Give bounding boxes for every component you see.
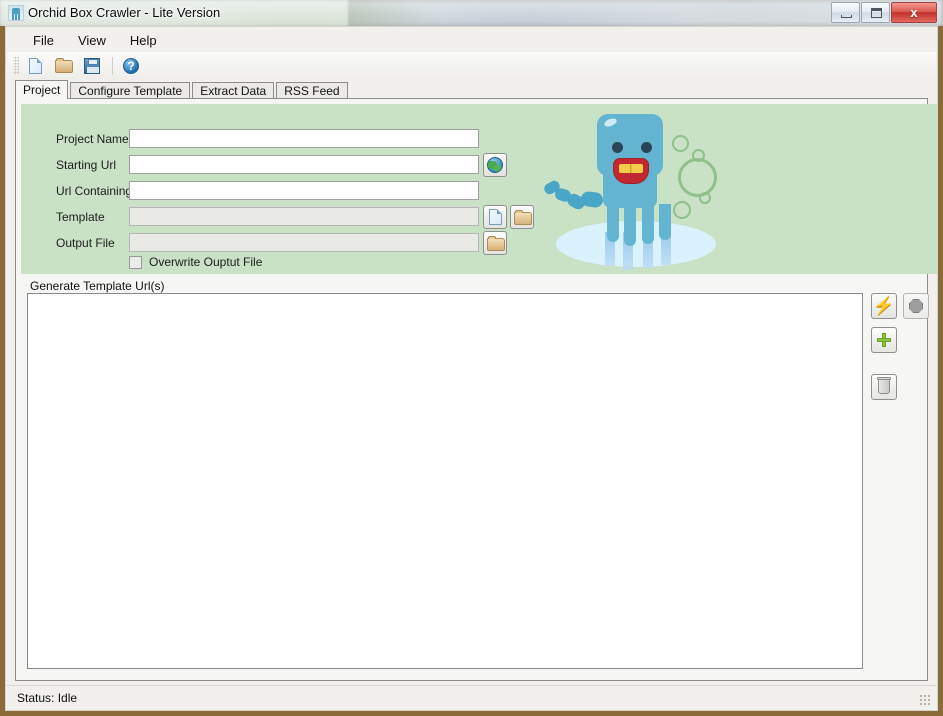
- menu-item-view[interactable]: View: [66, 30, 118, 51]
- window-client-area: File View Help Project Configure Templat…: [5, 26, 938, 711]
- generate-template-urls-group: Generate Template Url(s) ⚡: [21, 279, 929, 675]
- maximize-icon: [871, 8, 882, 18]
- new-document-button[interactable]: [23, 54, 49, 78]
- starting-url-label: Starting Url: [56, 158, 117, 172]
- open-folder-icon: [514, 210, 532, 225]
- bubble-icon: [673, 201, 691, 219]
- project-name-label: Project Name: [56, 132, 129, 146]
- head-gloss: [603, 116, 618, 129]
- left-eye: [612, 142, 623, 153]
- leg: [642, 204, 654, 244]
- delete-url-button[interactable]: [871, 374, 897, 400]
- tab-page-project: Project Name Starting Url Url Containing…: [15, 98, 937, 681]
- starting-url-input[interactable]: [129, 155, 479, 174]
- url-containing-label: Url Containing: [56, 184, 133, 198]
- status-bar: Status: Idle: [7, 685, 936, 709]
- stop-button[interactable]: [903, 293, 929, 319]
- save-project-button[interactable]: [79, 54, 105, 78]
- status-text: Status: Idle: [17, 690, 78, 705]
- maximize-button[interactable]: [861, 2, 890, 23]
- template-browse-button[interactable]: [510, 205, 534, 229]
- green-plus-icon: [877, 333, 891, 347]
- trash-icon: [877, 377, 891, 394]
- globe-icon: [487, 157, 503, 173]
- leg: [624, 204, 636, 246]
- open-folder-icon: [55, 58, 73, 73]
- tab-rss-feed[interactable]: RSS Feed: [276, 82, 348, 99]
- water-puddle: [556, 221, 716, 267]
- bubble-icon: [672, 135, 689, 152]
- browse-url-button[interactable]: [483, 153, 507, 177]
- bubble-icon: [699, 192, 711, 204]
- octopus-mascot: [542, 104, 746, 274]
- help-question-icon: [123, 58, 139, 74]
- overwrite-output-row: Overwrite Ouptut File: [129, 255, 262, 269]
- toolbar-separator: [112, 57, 113, 75]
- menu-bar: File View Help: [7, 28, 936, 52]
- add-url-button[interactable]: [871, 327, 897, 353]
- output-file-label: Output File: [56, 236, 115, 250]
- toolbar: [7, 52, 936, 80]
- title-bar: Orchid Box Crawler - Lite Version x: [0, 0, 943, 26]
- window-controls: x: [830, 2, 937, 23]
- generated-urls-listbox[interactable]: [27, 293, 863, 669]
- stop-octagon-icon: [909, 299, 923, 313]
- help-button[interactable]: [118, 54, 144, 78]
- leg: [607, 204, 619, 242]
- template-input[interactable]: [129, 207, 479, 226]
- toolbar-grip[interactable]: [13, 57, 19, 75]
- menu-item-help[interactable]: Help: [118, 30, 169, 51]
- leg: [659, 204, 671, 240]
- teeth: [619, 164, 643, 173]
- bubble-icon: [678, 158, 717, 197]
- new-page-icon: [29, 58, 42, 74]
- url-containing-input[interactable]: [129, 181, 479, 200]
- resize-grip[interactable]: [919, 694, 931, 706]
- generate-urls-button[interactable]: ⚡: [871, 293, 897, 319]
- octopus-head: [597, 114, 663, 184]
- mouth: [613, 158, 649, 184]
- window-frame: File View Help Project Configure Templat…: [0, 26, 943, 716]
- generate-template-urls-title: Generate Template Url(s): [27, 279, 168, 293]
- overwrite-output-label: Overwrite Ouptut File: [149, 255, 263, 269]
- menu-item-file[interactable]: File: [21, 30, 66, 51]
- close-button[interactable]: x: [891, 2, 937, 23]
- close-icon: x: [910, 5, 918, 20]
- lightning-bolt-icon: ⚡: [873, 296, 895, 315]
- open-project-button[interactable]: [51, 54, 77, 78]
- output-browse-button[interactable]: [483, 231, 507, 255]
- overwrite-output-checkbox[interactable]: [129, 255, 142, 269]
- tab-configure-template[interactable]: Configure Template: [70, 82, 191, 99]
- window-title: Orchid Box Crawler - Lite Version: [28, 5, 221, 20]
- project-name-input[interactable]: [129, 129, 479, 148]
- output-file-input[interactable]: [129, 233, 479, 252]
- open-folder-icon: [487, 236, 505, 251]
- save-floppy-icon: [84, 58, 100, 74]
- new-page-icon: [489, 209, 502, 225]
- project-settings-panel: Project Name Starting Url Url Containing…: [21, 104, 937, 274]
- application-window: Orchid Box Crawler - Lite Version x File…: [0, 0, 943, 716]
- tab-strip: Project Configure Template Extract Data …: [15, 80, 928, 99]
- right-eye: [641, 142, 652, 153]
- minimize-icon: [841, 15, 852, 18]
- tab-extract-data[interactable]: Extract Data: [192, 82, 275, 99]
- app-icon: [8, 5, 24, 21]
- template-label: Template: [56, 210, 105, 224]
- tab-project[interactable]: Project: [15, 80, 69, 99]
- minimize-button[interactable]: [831, 2, 860, 23]
- template-new-button[interactable]: [483, 205, 507, 229]
